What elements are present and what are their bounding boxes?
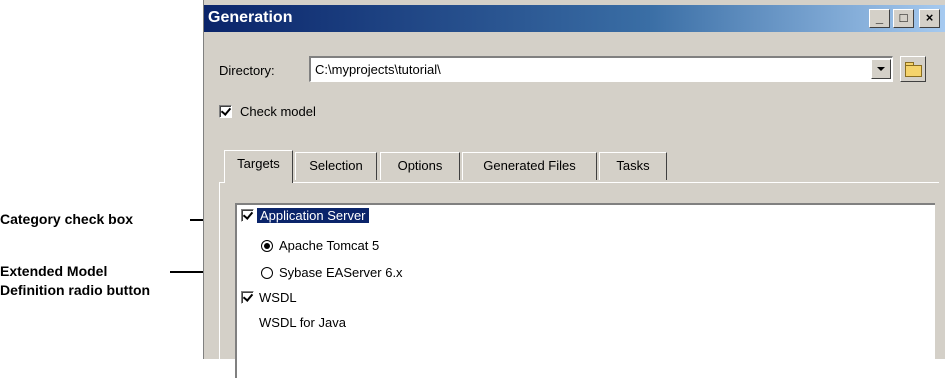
tab-targets[interactable]: Targets [224,150,293,183]
minimize-button[interactable]: _ [869,9,890,28]
tab-options[interactable]: Options [380,152,460,180]
apache-tomcat-radio[interactable] [261,240,273,252]
targets-panel: Application Server Apache Tomcat 5 Sybas… [219,182,939,378]
close-button[interactable]: × [919,9,940,28]
tab-generated-files[interactable]: Generated Files [462,152,597,180]
check-model-label: Check model [240,104,316,119]
callout-extended-model: Extended Model Definition radio button [0,263,151,298]
browse-folder-button[interactable] [900,56,926,82]
tab-selection[interactable]: Selection [295,152,377,180]
application-server-checkbox[interactable] [241,209,254,222]
wsdl-checkbox[interactable] [241,291,254,304]
directory-combobox[interactable]: C:\myprojects\tutorial\ [309,56,893,82]
wsdl-label[interactable]: WSDL [259,289,297,306]
generation-window: Generation _ □ × Directory: C:\myproject… [203,0,945,378]
maximize-button[interactable]: □ [893,9,914,28]
tab-tasks[interactable]: Tasks [599,152,667,180]
directory-value: C:\myprojects\tutorial\ [315,62,441,77]
apache-tomcat-label[interactable]: Apache Tomcat 5 [279,237,379,254]
window-title: Generation [208,9,293,26]
sybase-easerver-label[interactable]: Sybase EAServer 6.x [279,264,403,281]
callout-category-checkbox: Category check box [0,211,134,227]
targets-tree[interactable]: Application Server Apache Tomcat 5 Sybas… [235,203,935,378]
application-server-label[interactable]: Application Server [256,207,370,224]
sybase-easerver-radio[interactable] [261,267,273,279]
check-model-checkbox[interactable] [219,105,232,118]
directory-label: Directory: [219,63,275,78]
wsdl-for-java-label[interactable]: WSDL for Java [259,314,346,331]
chevron-down-icon[interactable] [871,59,891,79]
title-bar[interactable]: Generation _ □ × [204,5,945,32]
